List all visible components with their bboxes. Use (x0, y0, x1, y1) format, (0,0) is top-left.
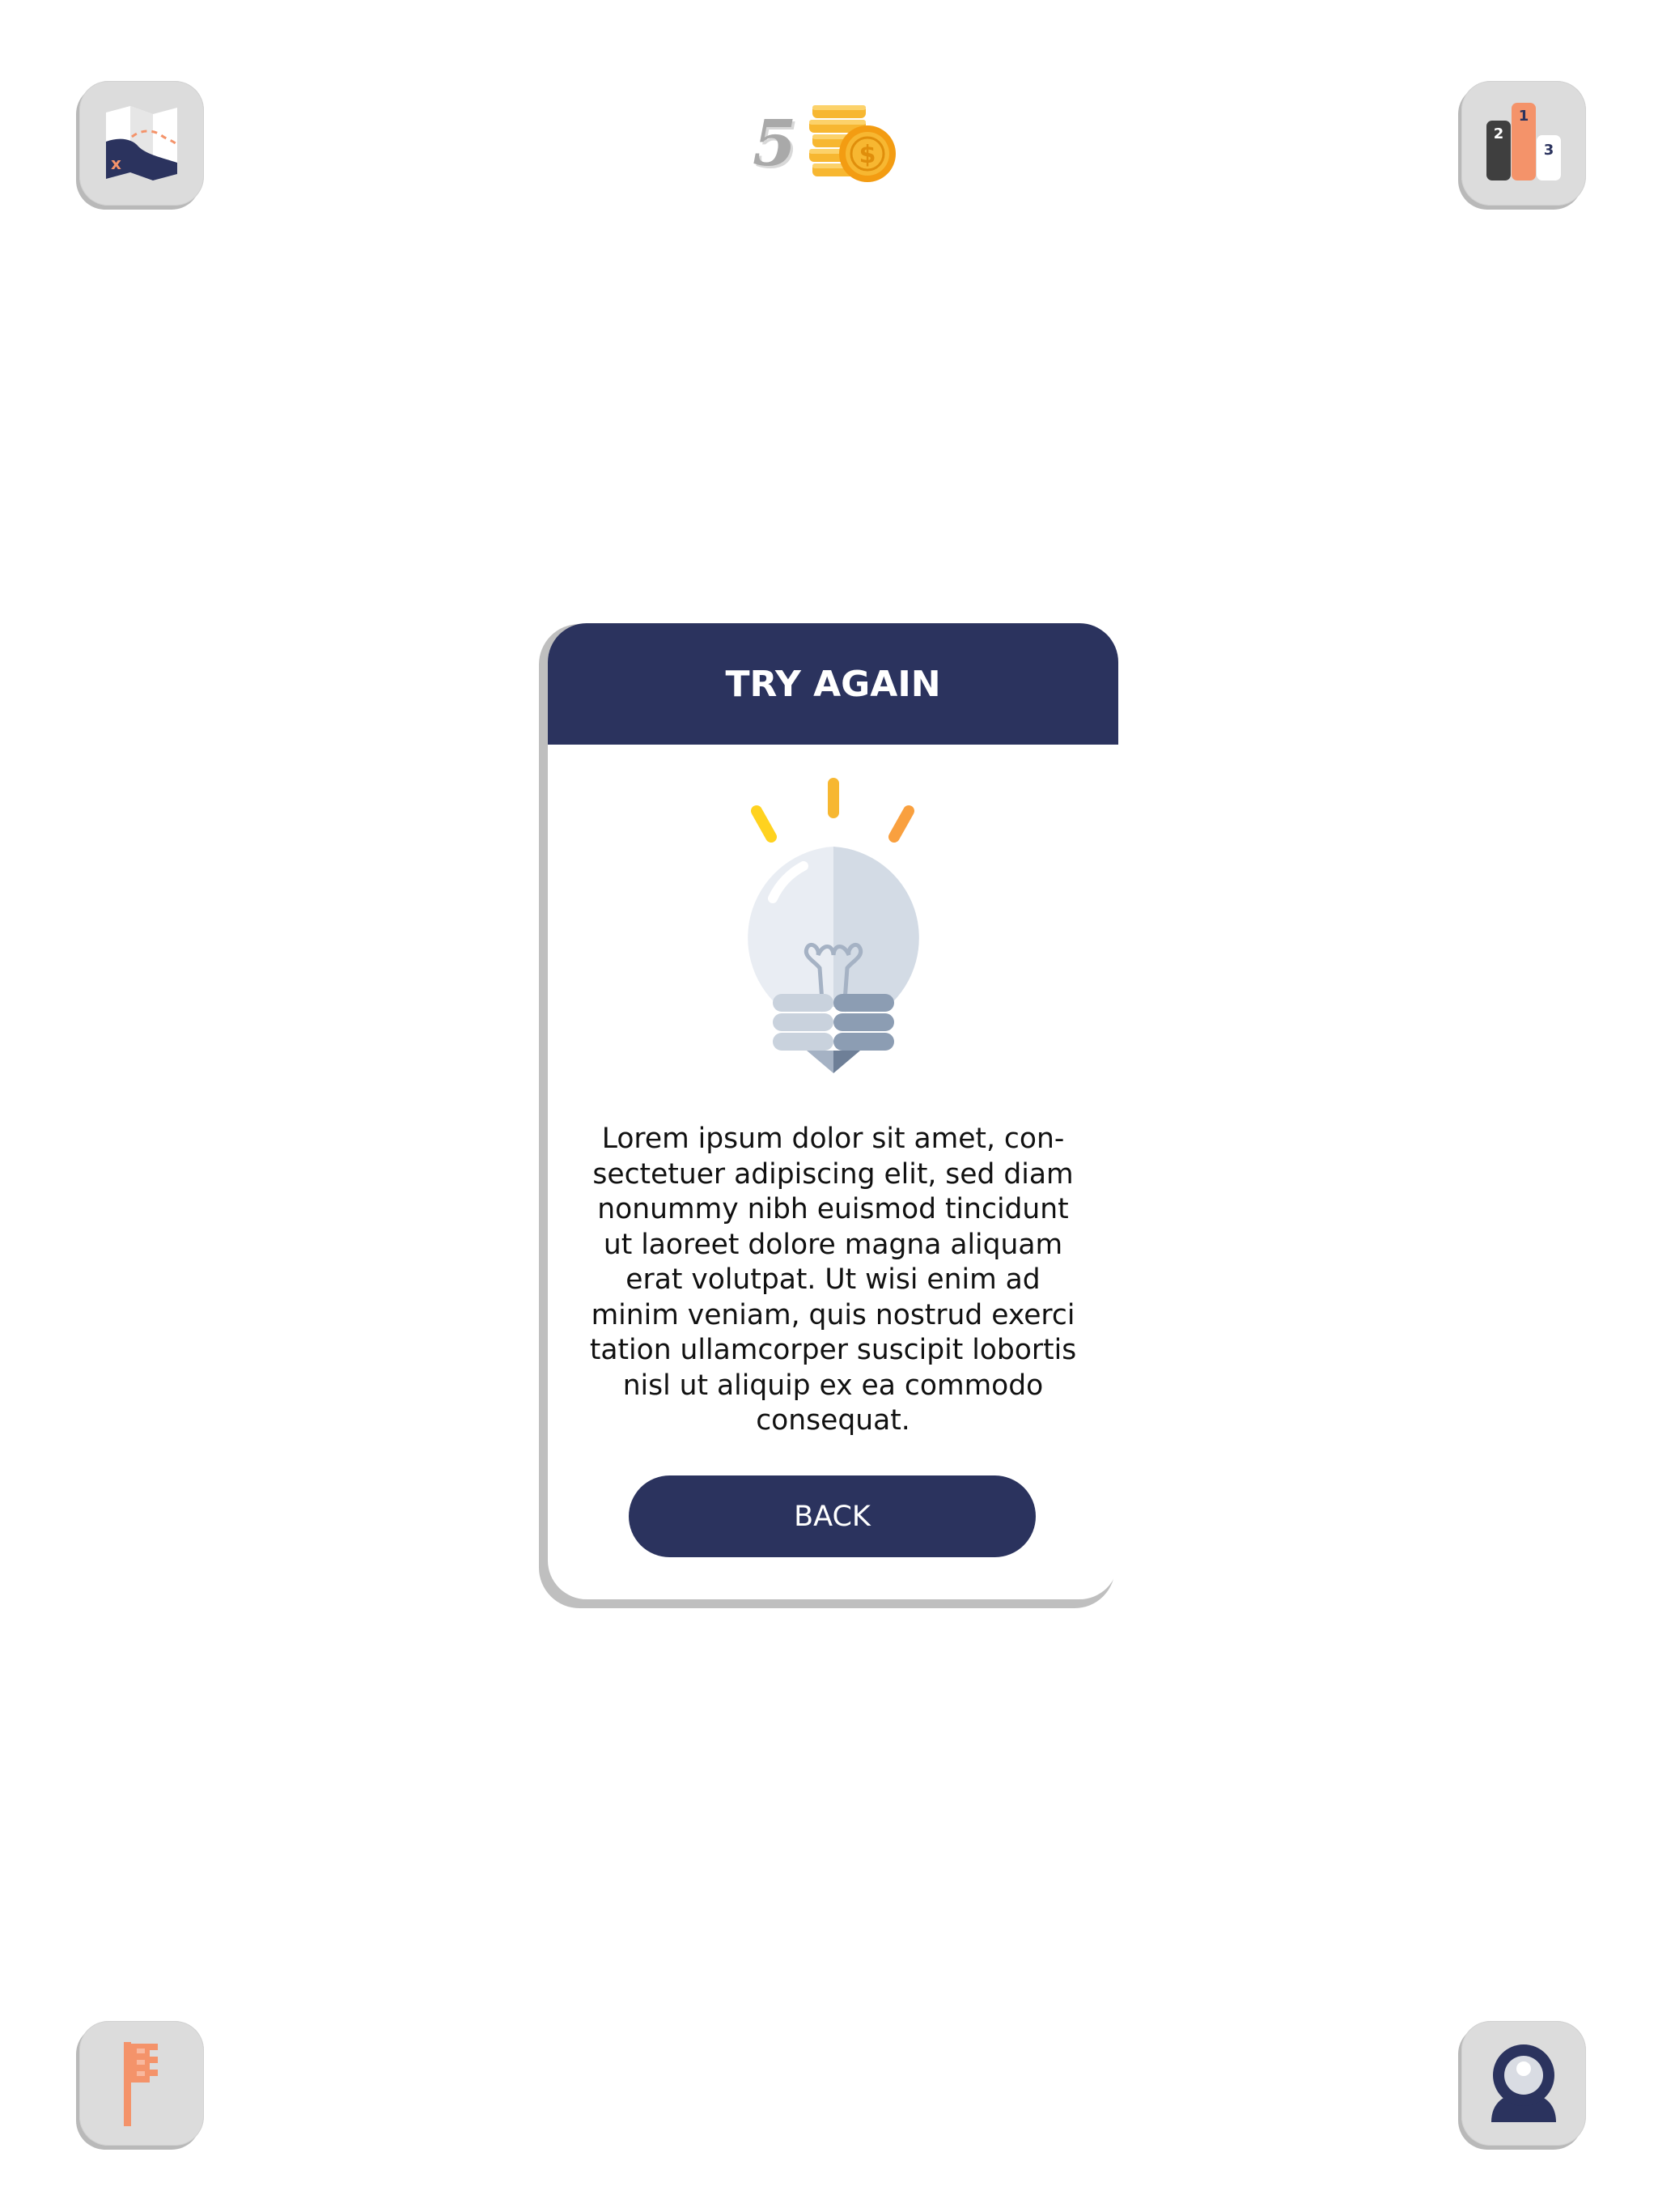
back-button[interactable]: BACK (629, 1475, 1036, 1557)
try-again-dialog: TRY AGAIN Lorem ipsum dolor sit amet, co… (548, 623, 1118, 1599)
podium-label-2: 2 (1494, 125, 1504, 142)
profile-button[interactable] (1461, 2021, 1586, 2146)
svg-text:$: $ (859, 141, 876, 169)
svg-text:x: x (111, 154, 121, 173)
podium-label-1: 1 (1519, 108, 1529, 125)
coin-counter: 5 $ (753, 96, 898, 193)
dialog-title: TRY AGAIN (725, 663, 941, 705)
flag-button[interactable] (79, 2021, 204, 2146)
coin-count: 5 (753, 107, 797, 180)
flag-icon (124, 2042, 158, 2126)
coin-stack-icon: $ (809, 105, 897, 182)
lightbulb-icon (748, 778, 919, 1073)
podium-label-3: 3 (1544, 142, 1554, 159)
user-profile-icon (1491, 2044, 1556, 2122)
map-button[interactable]: x (79, 81, 204, 206)
leaderboard-button[interactable]: 2 1 3 (1461, 81, 1586, 206)
leaderboard-podium-icon: 2 1 3 (1486, 103, 1561, 180)
dialog-header: TRY AGAIN (548, 623, 1118, 745)
dialog-message: Lorem ipsum dolor sit amet, con-sectetue… (589, 1123, 1077, 1437)
map-icon: x (106, 106, 179, 180)
